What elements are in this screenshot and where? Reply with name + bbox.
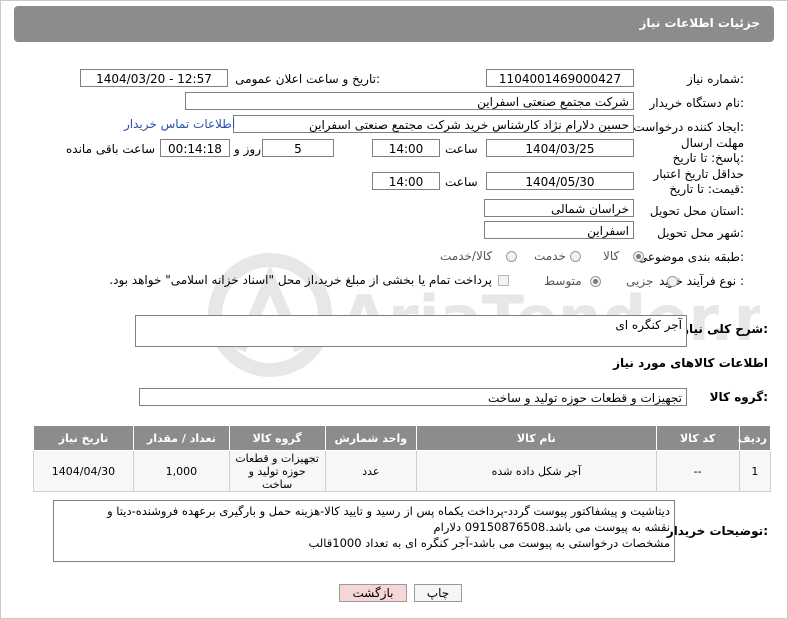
validity-label: حداقل تاریخ اعتبار قیمت: تا تاریخ: bbox=[653, 167, 744, 196]
table-row: 1 -- آجر شکل داده شده عدد تجهیزات و قطعا… bbox=[33, 450, 772, 492]
col-header-name: نام کالا bbox=[416, 425, 657, 451]
announce-label: تاریخ و ساعت اعلان عمومی: bbox=[235, 72, 380, 86]
buyer-notes-label: توضیحات خریدار: bbox=[666, 524, 768, 538]
buyer-notes-line: مشخصات درخواستی به پیوست می باشد-آجر کنگ… bbox=[308, 536, 670, 550]
back-button[interactable]: بازگشت bbox=[339, 584, 407, 602]
payment-checkbox[interactable] bbox=[498, 275, 509, 286]
col-header-row-no: ردیف bbox=[738, 425, 772, 451]
deadline-time-field: 14:00 bbox=[372, 139, 440, 157]
col-header-group: گروه کالا bbox=[228, 425, 326, 451]
summary-label: شرح کلی نیاز: bbox=[682, 322, 768, 336]
days-field: 5 bbox=[262, 139, 334, 157]
need-number-label: شماره نیاز: bbox=[686, 72, 744, 86]
need-number-field: 1104001469000427 bbox=[486, 69, 634, 87]
validity-date-field: 1404/05/30 bbox=[486, 172, 634, 190]
category-option-goods-service: کالا/خدمت bbox=[440, 249, 493, 263]
category-option-service: خدمت bbox=[534, 249, 566, 263]
col-header-unit: واحد شمارش bbox=[324, 425, 418, 451]
remaining-time-field: 00:14:18 bbox=[160, 139, 230, 157]
col-header-quantity: تعداد / مقدار bbox=[132, 425, 230, 451]
category-option-goods: کالا bbox=[603, 249, 620, 263]
process-option-minor: جزیی bbox=[626, 274, 654, 288]
cell-row-no: 1 bbox=[738, 450, 772, 492]
cell-need-date: 1404/04/30 bbox=[33, 450, 134, 492]
city-label: شهر محل تحویل: bbox=[657, 226, 744, 240]
category-radio-goods-service[interactable] bbox=[506, 251, 517, 262]
category-label: طبقه بندی موضوعی: bbox=[637, 250, 744, 264]
cell-unit: عدد bbox=[324, 450, 418, 492]
province-label: استان محل تحویل: bbox=[649, 204, 744, 218]
deadline-label: مهلت ارسال پاسخ: تا تاریخ: bbox=[672, 136, 744, 165]
summary-textarea[interactable]: آجر کنگره ای bbox=[135, 315, 687, 347]
city-field: اسفراین bbox=[484, 221, 634, 239]
category-radio-goods[interactable] bbox=[633, 251, 644, 262]
goods-table: ردیف کد کالا نام کالا واحد شمارش گروه کا… bbox=[33, 425, 772, 492]
cell-code: -- bbox=[655, 450, 740, 492]
buyer-notes-line: نقشه به پیوست می باشد.09150876508 دلارام bbox=[433, 520, 670, 534]
goods-section-title: اطلاعات کالاهای مورد نیاز bbox=[613, 356, 768, 370]
buyer-org-field: شرکت مجتمع صنعتی اسفراین bbox=[185, 92, 634, 110]
page-header: جزئیات اطلاعات نیاز bbox=[14, 6, 774, 42]
announce-field: 1404/03/20 - 12:57 bbox=[80, 69, 228, 87]
process-radio-minor[interactable] bbox=[667, 276, 678, 287]
process-option-medium: متوسط bbox=[544, 274, 582, 288]
category-radio-service[interactable] bbox=[570, 251, 581, 262]
days-word: روز و bbox=[234, 142, 261, 156]
validity-time-field: 14:00 bbox=[372, 172, 440, 190]
remaining-word: ساعت باقی مانده bbox=[66, 142, 156, 156]
buyer-notes-line: دیتاشیت و پیشفاکتور پیوست گردد-پرداخت یک… bbox=[107, 504, 670, 518]
buyer-org-label: نام دستگاه خریدار: bbox=[649, 96, 745, 110]
buyer-notes-textarea[interactable]: دیتاشیت و پیشفاکتور پیوست گردد-پرداخت یک… bbox=[53, 500, 675, 562]
cell-name: آجر شکل داده شده bbox=[416, 450, 657, 492]
print-button[interactable]: چاپ bbox=[414, 584, 462, 602]
table-header-row: ردیف کد کالا نام کالا واحد شمارش گروه کا… bbox=[33, 425, 772, 451]
goods-group-label: گروه کالا: bbox=[709, 390, 768, 404]
cell-group: تجهیزات و قطعات حوزه تولید و ساخت bbox=[228, 450, 326, 492]
contact-info-link[interactable]: اطلاعات تماس خریدار bbox=[124, 117, 235, 131]
col-header-code: کد کالا bbox=[655, 425, 740, 451]
cell-quantity: 1,000 bbox=[132, 450, 230, 492]
col-header-need-date: تاریخ نیاز bbox=[33, 425, 134, 451]
page-title: جزئیات اطلاعات نیاز bbox=[639, 16, 760, 30]
payment-note: پرداخت تمام یا بخشی از مبلغ خرید،از محل … bbox=[109, 273, 492, 287]
process-radio-medium[interactable] bbox=[590, 276, 601, 287]
validity-time-word: ساعت bbox=[445, 175, 478, 189]
creator-field: حسین دلارام نژاد کارشناس خرید شرکت مجتمع… bbox=[233, 115, 634, 133]
deadline-date-field: 1404/03/25 bbox=[486, 139, 634, 157]
province-field: خراسان شمالی bbox=[484, 199, 634, 217]
goods-group-field: تجهیزات و قطعات حوزه تولید و ساخت bbox=[139, 388, 687, 406]
creator-label: ایجاد کننده درخواست: bbox=[633, 120, 744, 134]
deadline-time-word: ساعت bbox=[445, 142, 478, 156]
